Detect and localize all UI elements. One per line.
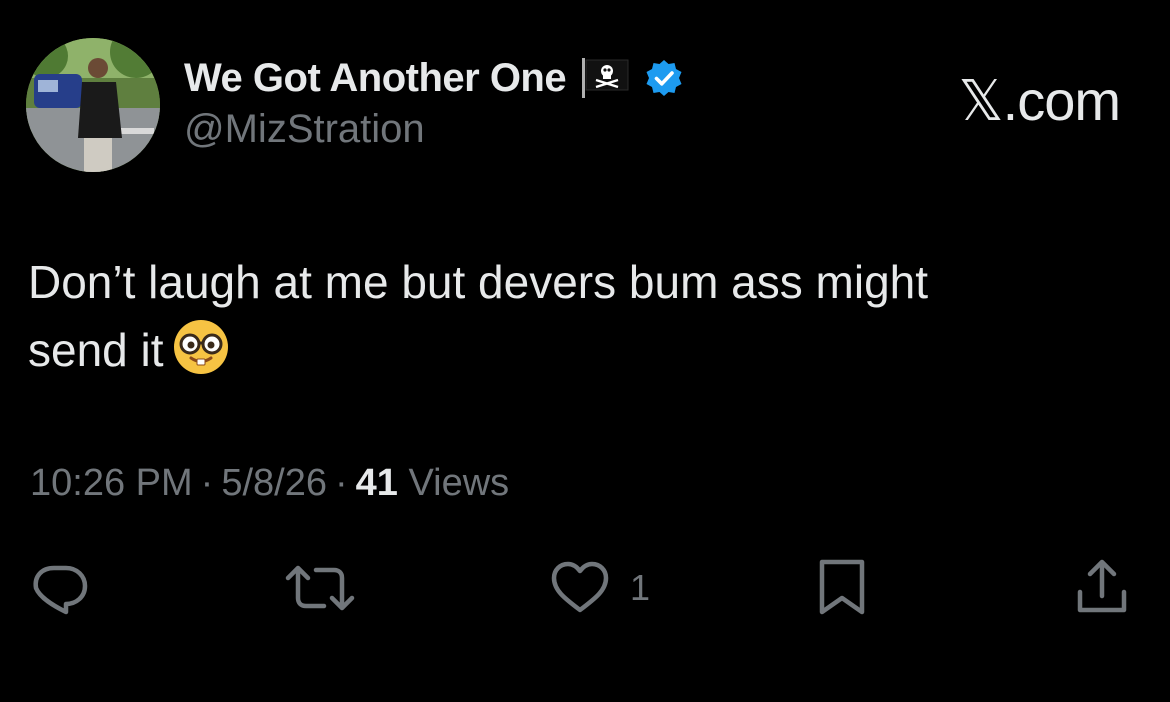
display-name[interactable]: We Got Another One <box>184 56 567 101</box>
avatar[interactable] <box>26 38 160 172</box>
like-button[interactable]: 1 <box>548 556 650 620</box>
views-count: 41 <box>355 462 398 504</box>
retweet-button[interactable] <box>284 556 356 620</box>
tweet-text-line-1: Don’t laugh at me but devers bum ass mig… <box>28 256 929 308</box>
tweet-date[interactable]: 5/8/26 <box>221 462 327 504</box>
share-button[interactable] <box>1070 556 1134 620</box>
tweet-text: Don’t laugh at me but devers bum ass mig… <box>28 248 1128 384</box>
meta-separator: · <box>334 462 348 504</box>
verified-badge-icon <box>644 58 684 98</box>
like-count: 1 <box>630 567 651 608</box>
action-bar: 1 <box>0 556 1170 620</box>
author-name-row: We Got Another One <box>184 52 684 104</box>
tweet-meta: 10:26 PM · 5/8/26 · 41 Views <box>30 462 509 505</box>
bookmark-button[interactable] <box>814 556 870 620</box>
reply-icon <box>33 565 88 615</box>
meta-separator: · <box>200 462 214 504</box>
retweet-icon <box>285 565 355 611</box>
avatar-photo <box>26 38 160 172</box>
tweet-text-line-2: send it <box>28 316 1128 384</box>
share-icon <box>1077 559 1127 613</box>
tweet-time[interactable]: 10:26 PM <box>30 462 193 504</box>
tweet-text-line-2-text: send it <box>28 324 164 376</box>
views-label: Views <box>408 462 510 504</box>
heart-icon <box>551 561 609 613</box>
bookmark-icon <box>819 559 865 615</box>
reply-button[interactable] <box>28 556 92 620</box>
pirate-flag-icon <box>580 56 630 100</box>
handle[interactable]: @MizStration <box>184 107 425 152</box>
nerd-face-emoji-icon <box>172 318 230 376</box>
xcom-logo: 𝕏.com <box>958 69 1121 132</box>
